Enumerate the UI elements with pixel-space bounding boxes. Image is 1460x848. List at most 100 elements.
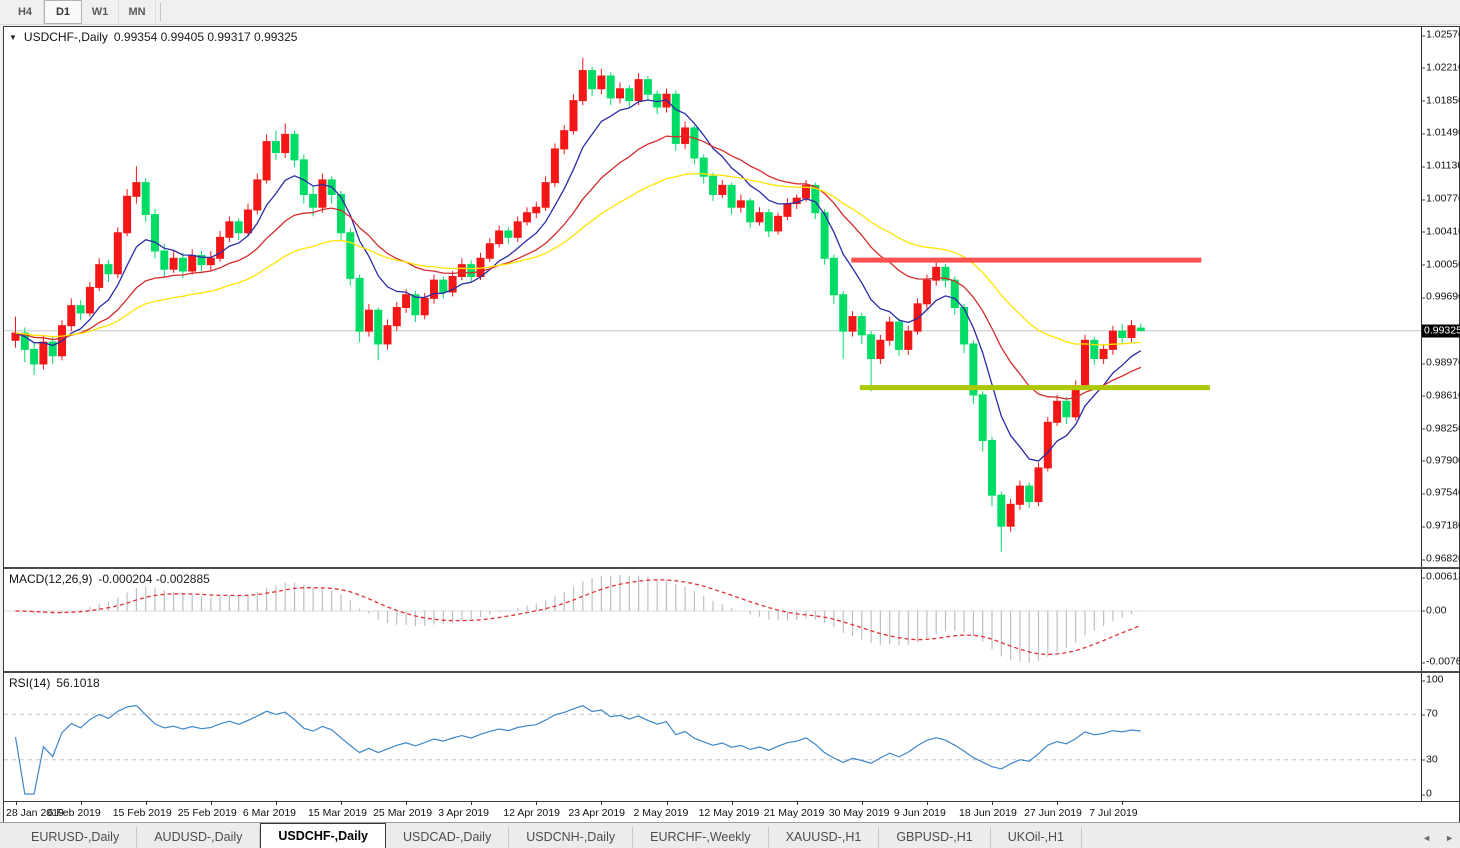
candle-body [755,212,764,223]
time-axis-tick [471,802,473,805]
candle-body [532,206,541,214]
candle-body [1108,330,1117,350]
candle-body [857,316,866,336]
candle-body [485,243,494,259]
candle-body [364,309,373,332]
time-axis-tick [536,802,538,805]
time-axis-tick [666,802,668,805]
chart-window: ▼ USDCHF-,Daily 0.99354 0.99405 0.99317 … [3,26,1460,822]
tab-audusd[interactable]: AUDUSD-,Daily [137,827,261,848]
toolbar-button-d1[interactable]: D1 [44,0,82,24]
candle-body [885,321,894,341]
time-axis[interactable]: 28 Jan 2019 6 Feb 2019 15 Feb 2019 25 Feb 2… [4,802,1459,822]
macd-axis-label: 0.00 [1421,605,1446,616]
tab-ukoil[interactable]: UKOil-,H1 [991,827,1082,848]
candle-body [904,330,913,350]
rsi-axis-tick [1421,680,1425,681]
time-axis-label: 25 Feb 2019 [177,807,237,819]
price-pane[interactable]: ▼ USDCHF-,Daily 0.99354 0.99405 0.99317 … [4,27,1460,567]
candle-body [513,221,522,238]
tab-scroll-right-icon[interactable]: ► [1445,833,1454,843]
candle-body [922,279,931,305]
toolbar-button-w1[interactable]: W1 [82,0,119,24]
macd-axis[interactable]: 0.00613 0.00 -0.00761 [1421,569,1460,671]
tab-scroll-left-icon[interactable]: ◄ [1422,833,1431,843]
tab-usdchf[interactable]: USDCHF-,Daily [260,823,386,848]
candle-body [337,193,345,234]
rsi-value: 56.1018 [56,676,100,690]
time-axis-tick [15,802,17,805]
candle-body [1081,339,1089,387]
candle-body [383,325,392,345]
price-axis-tick [1421,35,1425,36]
time-axis-tick [406,802,408,805]
price-axis-tick [1421,100,1425,102]
rsi-canvas[interactable] [4,673,1421,801]
macd-canvas[interactable] [4,569,1421,671]
time-axis-label: 9 Jun 2019 [893,807,946,819]
candle-body [1015,485,1024,505]
candle-body [281,133,290,154]
candle-body [541,182,550,208]
candle-body [188,255,197,272]
tab-scroll-arrows: ◄ ► [1422,833,1454,843]
rsi-line [14,704,1141,795]
chart-ohlc-values: 0.99354 0.99405 0.99317 0.99325 [113,30,298,44]
rsi-label: RSI(14) 56.1018 [9,676,100,690]
candle-body [234,221,243,234]
price-axis-tick [1421,395,1425,397]
current-price-tag: 0.99325 [1422,324,1460,338]
tab-eurusd[interactable]: EURUSD-,Daily [14,827,138,848]
candle-body [829,257,838,296]
time-axis-label: 2 May 2019 [633,807,689,819]
candle-body [504,230,513,238]
price-chart-canvas[interactable] [4,27,1421,567]
candle-body [895,321,903,350]
tab-eurchf[interactable]: EURCHF-,Weekly [633,827,769,848]
rsi-pane[interactable]: RSI(14) 56.1018 100 70 30 0 [4,673,1459,802]
candle-body [85,286,94,314]
tab-usdcad[interactable]: USDCAD-,Daily [386,827,510,848]
time-axis-tick [341,802,342,805]
price-axis-label: 0.98970 [1421,357,1460,369]
candle-body [1025,485,1034,503]
chart-title-dropdown-icon[interactable]: ▼ [9,33,17,42]
rsi-axis-label: 100 [1421,674,1444,686]
macd-pane[interactable]: MACD(12,26,9) -0.000204 -0.002885 0.0061… [4,569,1460,671]
tab-xauusd[interactable]: XAUUSD-,H1 [769,827,880,848]
candle-body [950,279,959,308]
candle-body [978,394,987,442]
candle-body [764,212,773,232]
candle-body [178,257,187,272]
candle-body [1053,400,1062,423]
candle-body [253,179,262,211]
time-axis-label: 12 Apr 2019 [503,807,560,819]
symbol-tab-bar: EURUSD-,Daily AUDUSD-,Daily USDCHF-,Daily U… [0,822,1460,848]
tab-usdcnh[interactable]: USDCNH-,Daily [509,827,634,848]
candle-body [495,230,504,245]
candle-body [76,305,85,314]
tab-gbpusd[interactable]: GBPUSD-,H1 [879,827,991,848]
price-axis-label: 1.00770 [1421,193,1460,205]
rsi-axis[interactable]: 100 70 30 0 [1421,673,1459,801]
price-axis-label: 1.01490 [1421,127,1460,139]
price-axis[interactable]: 1.02570 1.02210 1.01850 1.01490 1.01130 1.007… [1421,27,1460,567]
time-axis-label: 25 Mar 2019 [373,807,433,819]
candle-body [299,159,308,195]
candle-body [346,232,355,279]
price-axis-label: 1.02210 [1421,62,1460,73]
candle-body [113,232,122,275]
price-axis-label: 1.02570 [1421,29,1460,41]
price-axis-tick [1421,297,1425,299]
candle-body [225,221,234,238]
macd-axis-tick [1421,577,1425,578]
rsi-axis-label: 30 [1421,754,1438,765]
time-axis-tick [275,802,277,805]
price-axis-label: 0.97180 [1421,520,1460,532]
candle-body [141,182,150,216]
toolbar-button-mn[interactable]: MN [119,0,156,24]
macd-label: MACD(12,26,9) -0.000204 -0.002885 [9,572,210,586]
toolbar-button-h4[interactable]: H4 [7,0,44,24]
candle-body [578,70,587,102]
candle-body [1099,348,1108,360]
